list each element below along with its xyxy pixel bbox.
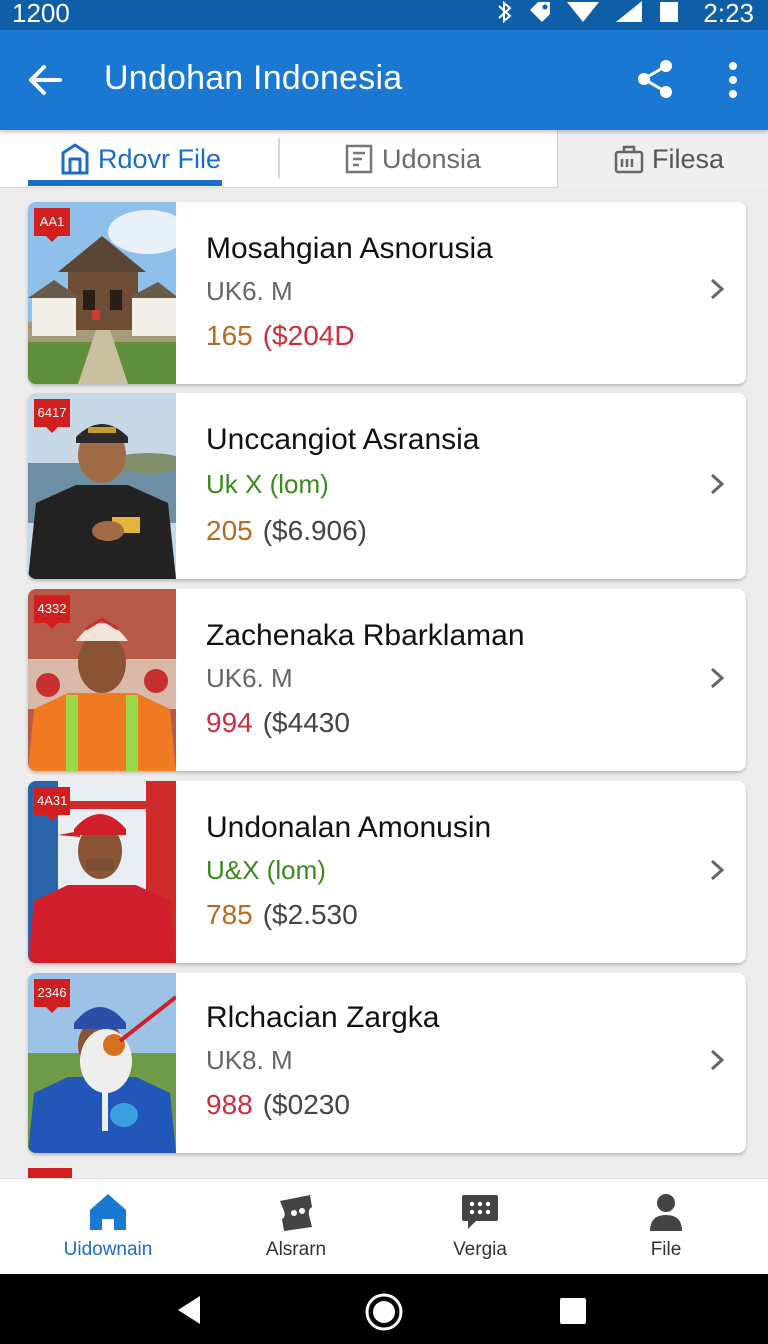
chevron-right-icon bbox=[710, 473, 725, 495]
bottom-nav: Uidownain Alsrarn Vergia File bbox=[0, 1178, 768, 1274]
item-badge: 6417 bbox=[34, 399, 70, 433]
back-arrow-icon[interactable] bbox=[24, 58, 68, 102]
item-amount: ($6.906) bbox=[262, 515, 368, 546]
tab-udonsia[interactable]: Udonsia bbox=[280, 130, 556, 188]
item-badge: AA1 bbox=[34, 208, 70, 242]
tab-indicator bbox=[28, 180, 222, 186]
person-icon bbox=[650, 1194, 682, 1231]
item-amount: ($2.530 bbox=[262, 899, 358, 930]
item-subtitle: UK8. M bbox=[206, 1045, 293, 1075]
briefcase-icon bbox=[614, 145, 644, 174]
share-icon[interactable] bbox=[632, 56, 678, 102]
building-icon bbox=[61, 143, 89, 175]
item-price-number: 205 bbox=[206, 515, 253, 546]
chat-icon bbox=[462, 1195, 498, 1229]
tab-label: Rdovr File bbox=[98, 143, 222, 174]
system-nav-bar bbox=[0, 1274, 768, 1344]
chevron-right-icon bbox=[710, 667, 725, 689]
item-amount: ($0230 bbox=[262, 1089, 350, 1120]
ticket-icon bbox=[280, 1195, 312, 1231]
nav-label: File bbox=[650, 1239, 682, 1260]
item-subtitle: Uk X (lom) bbox=[206, 469, 329, 499]
tab-label: Udonsia bbox=[382, 143, 482, 174]
nav-label: Vergia bbox=[453, 1239, 507, 1260]
item-price: 785 ($2.530 bbox=[206, 899, 358, 931]
item-badge: 2346 bbox=[34, 979, 70, 1013]
item-amount: ($204D bbox=[262, 320, 355, 351]
item-title: Mosahgian Asnorusia bbox=[206, 232, 493, 265]
nav-item-vergia[interactable]: Vergia bbox=[384, 1179, 576, 1275]
chevron-right-icon bbox=[710, 278, 725, 300]
man-cap-photo: 6417 bbox=[28, 393, 176, 579]
status-clock: 2:23 bbox=[703, 0, 754, 28]
item-title: Undonalan Amonusin bbox=[206, 811, 492, 844]
more-options-icon[interactable] bbox=[718, 58, 748, 102]
status-bar: 1200 2:23 bbox=[0, 0, 768, 30]
tab-filesa[interactable]: Filesa bbox=[557, 130, 768, 188]
nav-label: Alsrarn bbox=[265, 1239, 327, 1260]
item-badge: 4A31 bbox=[34, 787, 71, 821]
system-home-icon[interactable] bbox=[364, 1292, 404, 1332]
red-cap-photo: 4A31 bbox=[28, 781, 176, 963]
cell-signal-icon bbox=[616, 1, 642, 22]
list-item[interactable]: 4A31 Undonalan Amonusin U&X (lom) 785 ($2… bbox=[28, 781, 746, 963]
tab-label: Filesa bbox=[652, 143, 725, 174]
blue-cap-photo: 2346 bbox=[28, 973, 176, 1153]
document-icon bbox=[345, 144, 373, 174]
list-item[interactable]: 6417 Unccangiot Asransia Uk X (lom) 205 (… bbox=[28, 393, 746, 579]
page-title: Undohan Indonesia bbox=[104, 59, 403, 97]
item-amount: ($4430 bbox=[262, 707, 350, 738]
item-title: Rlchacian Zargka bbox=[206, 1001, 440, 1034]
bluetooth-icon bbox=[498, 0, 512, 24]
item-price: 205 ($6.906) bbox=[206, 515, 367, 547]
item-badge: 4332 bbox=[34, 595, 70, 629]
item-price-number: 785 bbox=[206, 899, 253, 930]
worker-photo: 4332 bbox=[28, 589, 176, 771]
next-item-peek bbox=[28, 1168, 72, 1178]
list-item[interactable]: AA1 Mosahgian Asnorusia UK6. M 165 ($204D bbox=[28, 202, 746, 384]
item-price: 165 ($204D bbox=[206, 320, 355, 352]
item-title: Zachenaka Rbarklaman bbox=[206, 619, 525, 652]
list-item[interactable]: 2346 Rlchacian Zargka UK8. M 988 ($0230 bbox=[28, 973, 746, 1153]
item-price: 994 ($4430 bbox=[206, 707, 350, 739]
nav-item-uidownain[interactable]: Uidownain bbox=[12, 1179, 204, 1275]
signal-tag-icon bbox=[530, 2, 550, 22]
wifi-icon bbox=[567, 2, 599, 22]
item-title: Unccangiot Asransia bbox=[206, 423, 480, 456]
item-subtitle: U&X (lom) bbox=[206, 855, 326, 885]
item-price-number: 988 bbox=[206, 1089, 253, 1120]
item-price: 988 ($0230 bbox=[206, 1089, 350, 1121]
status-icons bbox=[496, 0, 680, 24]
list-item[interactable]: 4332 Zachenaka Rbarklaman UK6. M 994 ($44… bbox=[28, 589, 746, 771]
chevron-right-icon bbox=[710, 1049, 725, 1071]
nav-label: Uidownain bbox=[63, 1239, 153, 1260]
system-recents-icon[interactable] bbox=[558, 1296, 588, 1326]
item-price-number: 994 bbox=[206, 707, 253, 738]
app-bar: Undohan Indonesia bbox=[0, 30, 768, 130]
status-left-text: 1200 bbox=[12, 0, 70, 28]
chevron-right-icon bbox=[710, 859, 725, 881]
item-subtitle: UK6. M bbox=[206, 276, 293, 306]
nav-item-alsrarn[interactable]: Alsrarn bbox=[200, 1179, 392, 1275]
home-icon bbox=[90, 1194, 126, 1230]
house-photo: AA1 bbox=[28, 202, 176, 384]
battery-icon bbox=[660, 2, 678, 22]
item-price-number: 165 bbox=[206, 320, 253, 351]
system-back-icon[interactable] bbox=[172, 1294, 206, 1326]
nav-item-file[interactable]: File bbox=[570, 1179, 762, 1275]
item-list: AA1 Mosahgian Asnorusia UK6. M 165 ($204D… bbox=[0, 188, 768, 1178]
item-subtitle: UK6. M bbox=[206, 663, 293, 693]
